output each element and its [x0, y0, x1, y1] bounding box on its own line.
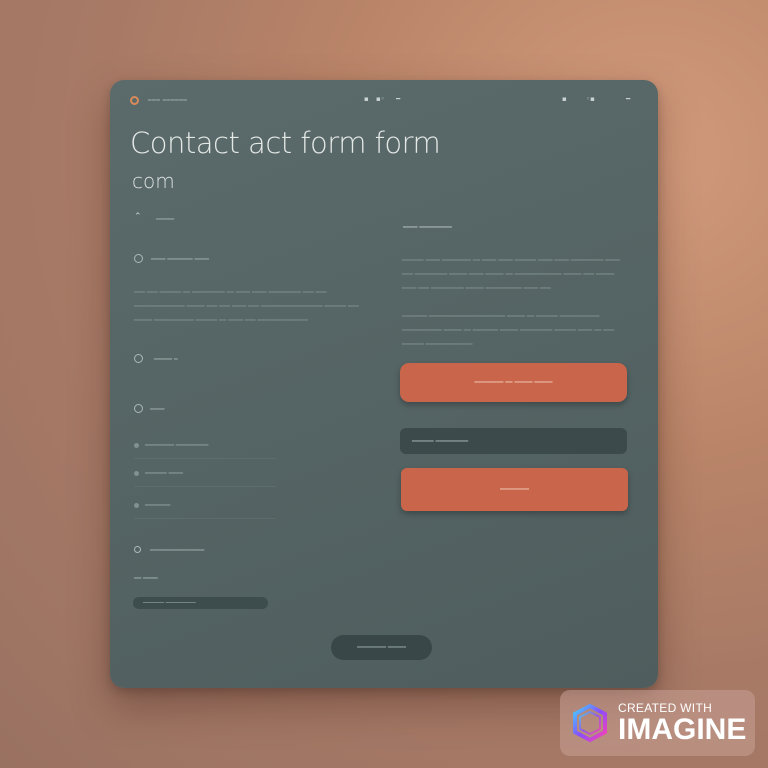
left-item-4: ━━━━━━━━━━━━━━━ [150, 547, 205, 554]
field-bullet-icon [134, 471, 139, 476]
radio-icon[interactable] [134, 546, 141, 553]
page-subtitle: com [132, 169, 175, 193]
left-text-input[interactable]: ━━━━━━━ ━━━━━━━━━━ [133, 597, 268, 609]
nav-item-3[interactable]: ━ [396, 95, 400, 103]
right-paragraph-2: ━━━━━━━ ━━━━━━━━━━━━━━━━━━━━━ ━━━━━ ━━ ━… [402, 313, 615, 348]
form-field-row[interactable]: ━━━━━━ ━━━━ [134, 470, 276, 487]
contact-form-card: ━━━ ━━━━━━ ▪ ▪◦ ━ ▪ ◦▪ ━ Contact act for… [110, 80, 658, 688]
form-field-row[interactable]: ━━━━━━━━ ━━━━━━━━━ [134, 442, 276, 459]
left-item-3: ━━━━ [150, 406, 165, 413]
left-top-label: ━━━━━ [156, 216, 175, 223]
top-nav-bar: ━━━ ━━━━━━ ▪ ▪◦ ━ ▪ ◦▪ ━ [110, 80, 658, 120]
secondary-button[interactable]: ━━━━━━━━ [401, 468, 628, 511]
menu-icon[interactable]: ━ [626, 95, 630, 103]
field-bullet-icon [134, 443, 139, 448]
left-item-1: ━━━━ ━━━━━━━ ━━━━ [151, 256, 209, 263]
email-input[interactable]: ━━━━━━ ━━━━━━━━━ [400, 428, 627, 454]
watermark-badge: CREATED WITH IMAGINE [560, 690, 755, 756]
left-item-2: ━━━━━ ━ [154, 356, 178, 363]
left-description: ━━━ ━━━ ━━━━━━ ━━ ━━━━━━━━━ ━━ ━━━━ ━━━━… [134, 289, 359, 324]
field-bullet-icon [134, 503, 139, 508]
email-icon [134, 404, 143, 413]
field-label: ━━━━━━━ [145, 502, 171, 509]
nav-item-1[interactable]: ▪ [364, 95, 369, 103]
nav-item-5[interactable]: ◦▪ [586, 95, 595, 103]
page-title: Contact act form form [130, 126, 441, 160]
nav-item-4[interactable]: ▪ [562, 95, 567, 103]
right-heading: ━━━━ ━━━━━━━━━ [403, 224, 452, 231]
right-paragraph-1: ━━━━━━ ━━━━ ━━━━━━━━ ━━ ━━━━ ━━━━ ━━━━━━… [402, 257, 620, 292]
brand-logo-icon[interactable] [130, 96, 139, 105]
phone-icon [134, 354, 143, 363]
bottom-send-button[interactable]: ━━━━━━━━ ━━━━━ [331, 635, 432, 660]
form-field-row[interactable]: ━━━━━━━ [134, 502, 276, 519]
nav-item-2[interactable]: ▪◦ [376, 95, 385, 103]
brand-name: ━━━ ━━━━━━ [148, 97, 188, 104]
field-label: ━━━━━━━━ ━━━━━━━━━ [145, 442, 209, 449]
primary-submit-button[interactable]: ━━━━━━━━ ━━ ━━━━━ ━━━━━ [400, 363, 627, 402]
imagine-logo-icon [570, 703, 610, 743]
left-item-5: ━━ ━━━━ [134, 575, 158, 582]
field-label: ━━━━━━ ━━━━ [145, 470, 184, 477]
watermark-big-text: IMAGINE [618, 713, 747, 746]
arrow-icon: ⌃ [134, 212, 142, 222]
location-icon [134, 254, 143, 263]
